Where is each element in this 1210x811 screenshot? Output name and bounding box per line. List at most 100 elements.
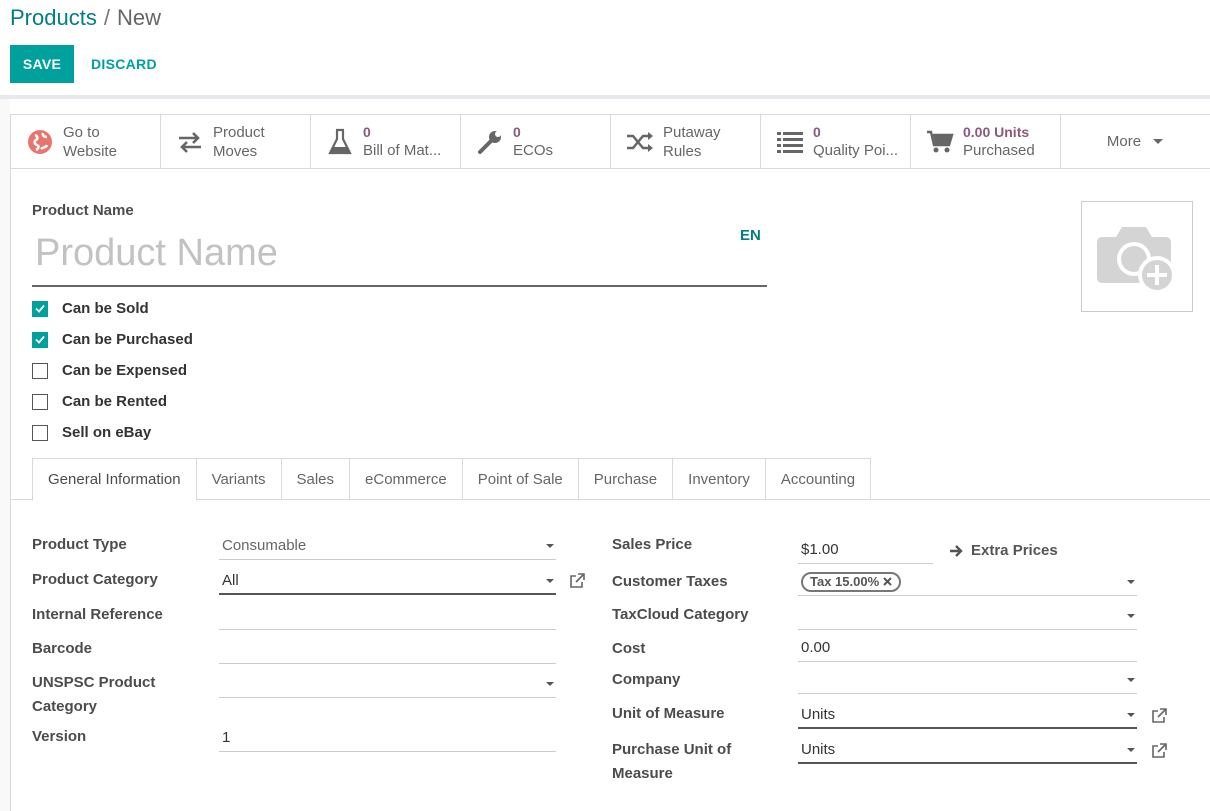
- customer-taxes-label: Customer Taxes: [612, 573, 728, 590]
- cost-input[interactable]: 0.00: [798, 634, 1137, 662]
- more-button[interactable]: More: [1061, 115, 1209, 168]
- exchange-icon: [175, 127, 205, 157]
- bill-of-materials-label: Bill of Mat...: [363, 141, 442, 159]
- can-be-sold-row: Can be Sold: [32, 293, 193, 324]
- chevron-down-icon: [1127, 614, 1135, 618]
- purchase-uom-label-line2: Measure: [612, 765, 673, 782]
- customer-taxes-select[interactable]: Tax 15.00%: [798, 568, 1137, 596]
- sell-on-ebay-checkbox[interactable]: [32, 424, 48, 441]
- product-type-value: Consumable: [222, 537, 307, 554]
- product-moves-line1: Product: [213, 123, 265, 141]
- external-link-icon[interactable]: [569, 573, 585, 589]
- quality-points-label: Quality Poi...: [813, 141, 899, 159]
- product-category-label: Product Category: [32, 571, 158, 588]
- arrow-right-icon: [950, 544, 963, 557]
- can-be-expensed-row: Can be Expensed: [32, 355, 193, 386]
- tab-ecommerce[interactable]: eCommerce: [350, 458, 463, 500]
- tab-inventory[interactable]: Inventory: [673, 458, 766, 500]
- external-link-icon[interactable]: [1151, 708, 1167, 724]
- can-be-expensed-checkbox[interactable]: [32, 362, 48, 379]
- unspsc-label: UNSPSC Product Category: [32, 671, 155, 719]
- unspsc-label-line1: UNSPSC Product: [32, 674, 156, 691]
- product-name-input[interactable]: Product Name: [32, 228, 767, 287]
- sell-on-ebay-label: Sell on eBay: [62, 424, 152, 441]
- company-label: Company: [612, 671, 681, 688]
- bill-of-materials-button[interactable]: 0 Bill of Mat...: [311, 115, 461, 168]
- chevron-down-icon: [1127, 748, 1135, 752]
- chevron-down-icon: [1127, 678, 1135, 682]
- tab-point-of-sale[interactable]: Point of Sale: [462, 458, 579, 500]
- quality-points-button[interactable]: 0 Quality Poi...: [761, 115, 911, 168]
- quality-points-count: 0: [813, 123, 821, 140]
- ecos-text: 0 ECOs: [513, 124, 553, 160]
- product-moves-line2: Moves: [213, 142, 258, 160]
- tab-sales[interactable]: Sales: [281, 458, 351, 500]
- tab-general-information[interactable]: General Information: [32, 458, 197, 501]
- bill-of-materials-count: 0: [363, 123, 371, 140]
- product-moves-button[interactable]: Product Moves: [161, 115, 311, 168]
- chevron-down-icon: [546, 544, 554, 548]
- product-flags: Can be Sold Can be Purchased Can be Expe…: [32, 293, 193, 448]
- breadcrumb: Products / New: [10, 5, 161, 31]
- unit-of-measure-select[interactable]: Units: [798, 701, 1137, 729]
- product-type-select[interactable]: Consumable: [219, 532, 556, 560]
- tab-accounting[interactable]: Accounting: [765, 458, 872, 500]
- wrench-icon: [475, 127, 505, 157]
- barcode-label: Barcode: [32, 640, 93, 657]
- internal-reference-input[interactable]: [219, 602, 556, 630]
- can-be-sold-label: Can be Sold: [62, 300, 149, 317]
- extra-prices-label: Extra Prices: [971, 542, 1058, 559]
- remove-tag-icon[interactable]: [883, 577, 892, 586]
- ecos-button[interactable]: 0 ECOs: [461, 115, 611, 168]
- product-name-label: Product Name: [32, 202, 134, 219]
- internal-reference-label: Internal Reference: [32, 606, 163, 623]
- product-image-upload[interactable]: [1081, 201, 1193, 312]
- putaway-rules-line2: Rules: [663, 142, 702, 160]
- can-be-rented-label: Can be Rented: [62, 393, 168, 410]
- can-be-purchased-row: Can be Purchased: [32, 324, 193, 355]
- ecos-label: ECOs: [513, 141, 554, 159]
- go-to-website-line1: Go to: [63, 123, 100, 141]
- breadcrumb-products-link[interactable]: Products: [10, 5, 97, 30]
- putaway-rules-button[interactable]: Putaway Rules: [611, 115, 761, 168]
- unspsc-label-line2: Category: [32, 698, 98, 715]
- ecos-count: 0: [513, 123, 521, 140]
- purchased-button[interactable]: 0.00 Units Purchased: [911, 115, 1061, 168]
- can-be-purchased-label: Can be Purchased: [62, 331, 193, 348]
- cart-icon: [925, 127, 955, 157]
- tab-variants[interactable]: Variants: [196, 458, 282, 500]
- product-category-select[interactable]: All: [219, 567, 556, 595]
- can-be-purchased-checkbox[interactable]: [32, 331, 48, 348]
- purchase-uom-label-line1: Purchase Unit of: [612, 741, 732, 758]
- company-select[interactable]: [798, 666, 1137, 694]
- go-to-website-button[interactable]: Go to Website: [11, 115, 161, 168]
- sales-price-input[interactable]: $1.00: [798, 536, 933, 564]
- save-button[interactable]: SAVE: [10, 45, 74, 83]
- external-link-icon[interactable]: [1151, 743, 1167, 759]
- go-to-website-text: Go to Website: [63, 123, 117, 161]
- camera-add-icon: [1097, 226, 1176, 294]
- sales-price-label: Sales Price: [612, 536, 693, 553]
- extra-prices-button[interactable]: Extra Prices: [949, 542, 1058, 559]
- unit-of-measure-label: Unit of Measure: [612, 705, 725, 722]
- putaway-rules-text: Putaway Rules: [663, 123, 721, 161]
- purchased-text: 0.00 Units Purchased: [963, 124, 1035, 160]
- breadcrumb-separator: /: [103, 5, 110, 30]
- unspsc-select[interactable]: [219, 670, 556, 698]
- can-be-expensed-label: Can be Expensed: [62, 362, 188, 379]
- notebook-tabs: General Information Variants Sales eComm…: [11, 458, 1210, 501]
- taxcloud-category-select[interactable]: [798, 602, 1137, 630]
- can-be-rented-checkbox[interactable]: [32, 393, 48, 410]
- bill-of-materials-text: 0 Bill of Mat...: [363, 124, 441, 160]
- tab-purchase[interactable]: Purchase: [578, 458, 674, 500]
- purchase-uom-label: Purchase Unit of Measure: [612, 738, 731, 786]
- barcode-input[interactable]: [219, 636, 556, 664]
- can-be-sold-checkbox[interactable]: [32, 300, 48, 317]
- version-input[interactable]: 1: [219, 724, 556, 752]
- chevron-down-icon: [546, 682, 554, 686]
- control-panel-divider: [0, 95, 1210, 99]
- discard-button[interactable]: DISCARD: [91, 45, 157, 83]
- language-button[interactable]: EN: [740, 227, 761, 244]
- purchase-uom-select[interactable]: Units: [798, 736, 1137, 764]
- unit-of-measure-value: Units: [801, 705, 836, 723]
